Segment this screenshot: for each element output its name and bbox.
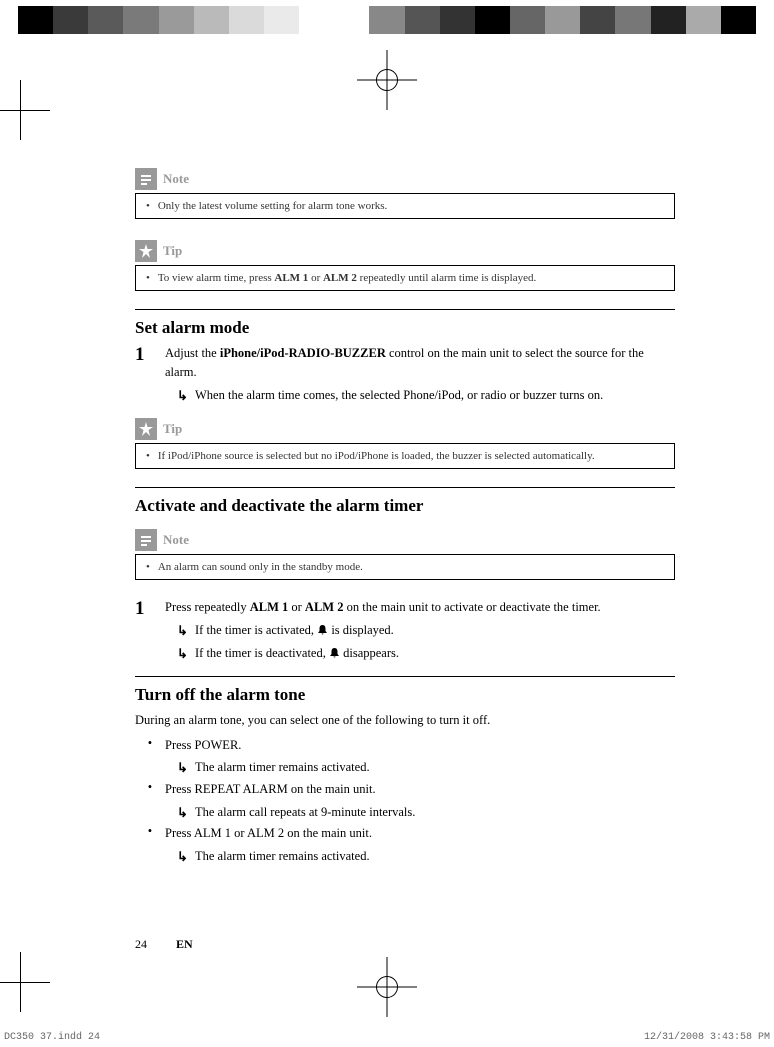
heading-turn-off-alarm-tone: Turn off the alarm tone	[135, 685, 675, 705]
note-callout: Note An alarm can sound only in the stan…	[135, 526, 675, 580]
note-callout: Note Only the latest volume setting for …	[135, 165, 675, 219]
tip-callout: Tip If iPod/iPhone source is selected bu…	[135, 415, 675, 469]
step-item: 1 Adjust the iPhone/iPod-RADIO-BUZZER co…	[135, 344, 675, 405]
bullet-item: • Press POWER. ↳The alarm timer remains …	[135, 736, 675, 778]
note-title: Note	[163, 171, 189, 187]
note-item: Only the latest volume setting for alarm…	[146, 200, 664, 212]
tip-title: Tip	[163, 243, 182, 259]
step-number: 1	[135, 344, 165, 366]
crop-mark-icon	[0, 80, 50, 140]
bullet-item: • Press REPEAT ALARM on the main unit. ↳…	[135, 780, 675, 822]
page-footer: 24 EN	[135, 937, 193, 952]
tip-callout: Tip To view alarm time, press ALM 1 or A…	[135, 237, 675, 291]
step-number: 1	[135, 598, 165, 620]
note-icon	[135, 168, 157, 190]
result-arrow-icon: ↳	[177, 621, 195, 641]
tip-icon	[135, 418, 157, 440]
tip-icon	[135, 240, 157, 262]
page-number: 24	[135, 937, 147, 951]
step-item: 1 Press repeatedly ALM 1 or ALM 2 on the…	[135, 598, 675, 664]
note-title: Note	[163, 532, 189, 548]
heading-activate-alarm-timer: Activate and deactivate the alarm timer	[135, 496, 675, 516]
crop-mark-icon	[0, 952, 50, 1012]
result-text: If the timer is deactivated, disappears.	[195, 644, 675, 664]
step-body: Press repeatedly ALM 1 or ALM 2 on the m…	[165, 598, 675, 664]
section-divider	[135, 309, 675, 310]
step-body: Adjust the iPhone/iPod-RADIO-BUZZER cont…	[165, 344, 675, 405]
result-arrow-icon: ↳	[177, 386, 195, 406]
heading-set-alarm-mode: Set alarm mode	[135, 318, 675, 338]
color-calibration-bar	[18, 6, 756, 34]
section-divider	[135, 676, 675, 677]
registration-mark-icon	[357, 50, 417, 110]
print-metadata: DC350 37.indd 24 12/31/2008 3:43:58 PM	[0, 1032, 774, 1043]
tip-item: If iPod/iPhone source is selected but no…	[146, 450, 664, 462]
result-arrow-icon: ↳	[177, 644, 195, 664]
result-text: When the alarm time comes, the selected …	[195, 386, 675, 405]
print-datetime: 12/31/2008 3:43:58 PM	[644, 1032, 770, 1043]
intro-text: During an alarm tone, you can select one…	[135, 711, 675, 730]
result-text: If the timer is activated, is displayed.	[195, 621, 675, 641]
bell-icon	[329, 645, 340, 664]
tip-title: Tip	[163, 421, 182, 437]
registration-mark-icon	[357, 957, 417, 1017]
note-icon	[135, 529, 157, 551]
language-code: EN	[176, 937, 193, 951]
bell-icon	[317, 622, 328, 641]
file-name: DC350 37.indd 24	[4, 1032, 100, 1043]
section-divider	[135, 487, 675, 488]
bullet-item: • Press ALM 1 or ALM 2 on the main unit.…	[135, 824, 675, 866]
tip-item: To view alarm time, press ALM 1 or ALM 2…	[146, 272, 664, 284]
result-arrow-icon: ↳	[177, 803, 195, 823]
page-content: Note Only the latest volume setting for …	[135, 165, 675, 868]
result-arrow-icon: ↳	[177, 758, 195, 778]
result-arrow-icon: ↳	[177, 847, 195, 867]
note-item: An alarm can sound only in the standby m…	[146, 561, 664, 573]
